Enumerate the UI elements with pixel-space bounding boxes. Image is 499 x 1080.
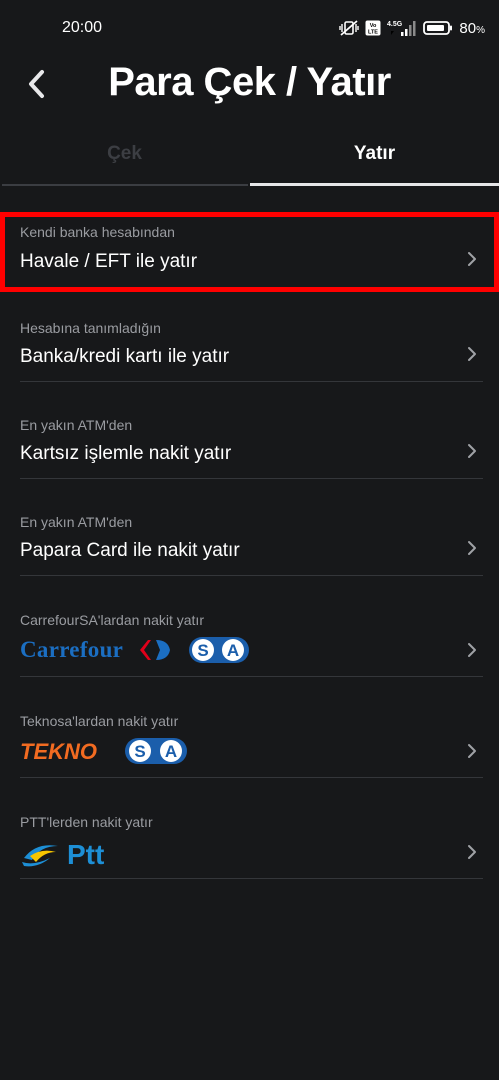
svg-text:A: A [227,641,239,660]
chevron-right-icon [468,347,476,361]
vibrate-off-icon [339,19,360,37]
app-header: Para Çek / Yatır [0,56,499,116]
status-time: 20:00 [62,19,103,36]
svg-text:TEKNO: TEKNO [20,739,97,764]
option-card[interactable]: Hesabına tanımladığın Banka/kredi kartı … [20,306,483,382]
svg-text:A: A [165,742,177,761]
svg-text:LTE: LTE [368,30,378,36]
battery-percent: 80% [459,19,485,37]
option-subtitle: Teknosa'lardan nakit yatır [20,713,179,729]
chevron-right-icon [468,643,476,657]
teknosa-logo: TEKNO S A [20,735,190,772]
tab-yatir[interactable]: Yatır [250,128,499,188]
chevron-right-icon [468,845,476,859]
chevron-right-icon [468,444,476,458]
svg-text:S: S [134,742,145,761]
battery-icon [423,20,453,36]
tab-bar: Çek Yatır [0,128,499,188]
option-title: Papara Card ile nakit yatır [20,540,240,561]
svg-text:Ptt: Ptt [67,839,104,870]
signal-icon: 4.5G [387,19,417,37]
status-icons: Vo LTE 4.5G 80% [339,17,485,39]
option-title: Banka/kredi kartı ile yatır [20,346,230,367]
tab-underline-inactive [2,184,248,186]
tab-cek[interactable]: Çek [0,128,249,188]
option-subtitle: En yakın ATM'den [20,514,133,530]
svg-text:Carrefour: Carrefour [20,637,123,662]
tab-underline-active [250,183,499,186]
option-ptt[interactable]: PTT'lerden nakit yatır Ptt [20,799,483,879]
option-subtitle: Hesabına tanımladığın [20,320,161,336]
chevron-right-icon [468,744,476,758]
page-title: Para Çek / Yatır [108,60,391,104]
option-subtitle: En yakın ATM'den [20,417,133,433]
option-subtitle: CarrefourSA'lardan nakit yatır [20,612,204,628]
volte-icon: Vo LTE [365,20,381,36]
option-papara-card-atm[interactable]: En yakın ATM'den Papara Card ile nakit y… [20,500,483,576]
option-carrefoursa[interactable]: CarrefourSA'lardan nakit yatır Carrefour… [20,597,483,677]
svg-text:Vo: Vo [370,23,377,29]
carrefoursa-logo: Carrefour S A [20,634,252,671]
option-teknosa[interactable]: Teknosa'lardan nakit yatır TEKNO S A [20,698,483,778]
svg-text:S: S [197,641,208,660]
option-title: Kartsız işlemle nakit yatır [20,443,232,464]
option-cardless-atm[interactable]: En yakın ATM'den Kartsız işlemle nakit y… [20,403,483,479]
svg-text:4.5G: 4.5G [387,21,403,28]
ptt-logo: Ptt [20,836,120,875]
option-subtitle: PTT'lerden nakit yatır [20,814,153,830]
chevron-right-icon [468,541,476,555]
status-bar: 20:00 Vo LTE 4.5G 80% [0,0,499,56]
highlight-box [0,212,499,292]
